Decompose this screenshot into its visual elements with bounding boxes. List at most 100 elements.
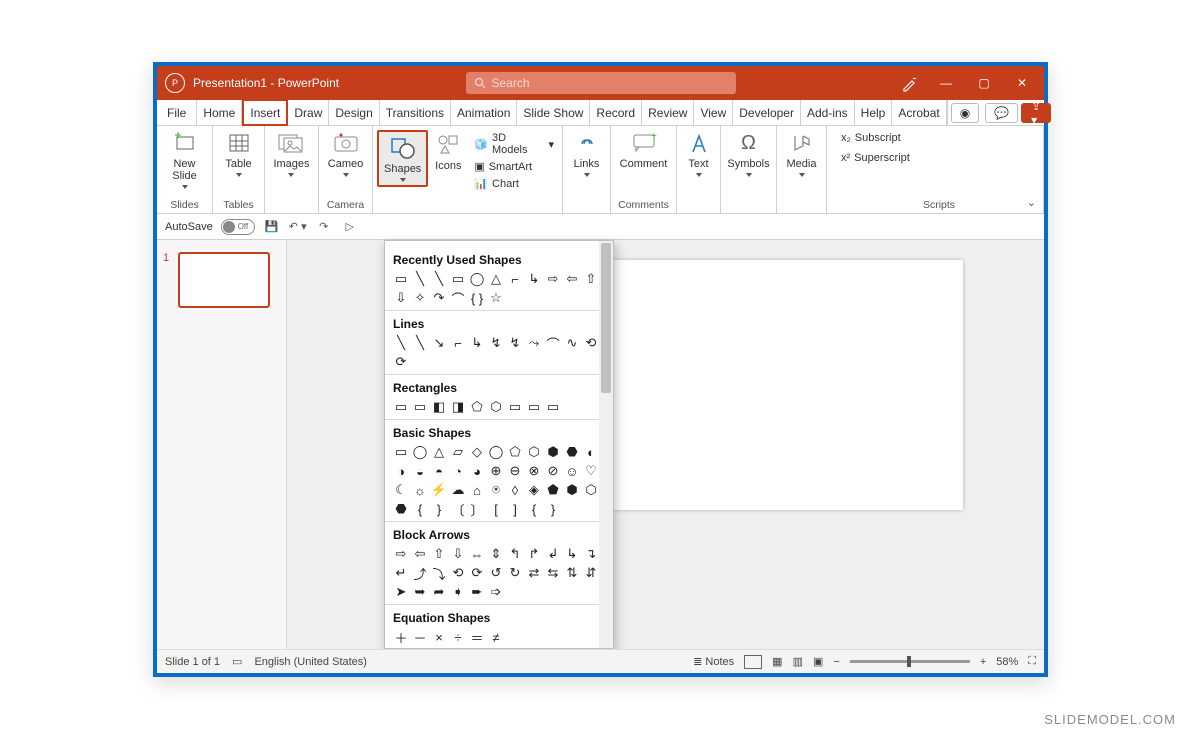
shape-option[interactable]: ↳: [469, 335, 485, 351]
new-slide-button[interactable]: New Slide: [163, 128, 207, 191]
maximize-button[interactable]: ▢: [966, 68, 1002, 98]
shape-option[interactable]: ◔: [450, 463, 466, 479]
shape-option[interactable]: ↺: [488, 565, 504, 581]
shape-option[interactable]: ⍟: [488, 482, 504, 498]
shape-option[interactable]: ➤: [393, 584, 409, 600]
shape-option[interactable]: ☺: [564, 463, 580, 479]
shape-option[interactable]: ⇧: [583, 271, 599, 287]
tab-animation[interactable]: Animation: [451, 100, 517, 125]
shape-option[interactable]: ⌐: [507, 271, 523, 287]
shape-option[interactable]: ▭: [393, 271, 409, 287]
fit-to-window-icon[interactable]: ⛶: [1028, 655, 1036, 668]
shape-option[interactable]: ⚡: [431, 482, 447, 498]
shape-option[interactable]: ＋: [393, 629, 409, 645]
shape-option[interactable]: ◕: [469, 463, 485, 479]
shape-option[interactable]: {: [526, 501, 542, 517]
shape-option[interactable]: ⬟: [545, 482, 561, 498]
zoom-in-button[interactable]: +: [980, 656, 986, 668]
shape-option[interactable]: ↴: [583, 546, 599, 562]
shape-option[interactable]: ◧: [431, 399, 447, 415]
tab-file[interactable]: File: [157, 100, 197, 125]
shape-option[interactable]: ⇩: [393, 290, 409, 306]
drawing-pen-icon[interactable]: [894, 74, 926, 92]
shape-option[interactable]: ⊗: [526, 463, 542, 479]
shape-option[interactable]: ◓: [431, 463, 447, 479]
shape-option[interactable]: ◨: [450, 399, 466, 415]
normal-view-icon[interactable]: [744, 655, 762, 669]
shape-option[interactable]: ╲: [412, 335, 428, 351]
tab-developer[interactable]: Developer: [733, 100, 801, 125]
shape-option[interactable]: ⬠: [469, 399, 485, 415]
shape-option[interactable]: ◯: [488, 444, 504, 460]
shape-option[interactable]: ▭: [393, 444, 409, 460]
icons-button[interactable]: Icons: [428, 130, 468, 174]
shape-option[interactable]: －: [412, 629, 428, 645]
zoom-level[interactable]: 58%: [996, 656, 1018, 668]
shape-option[interactable]: ↵: [393, 565, 409, 581]
tab-slideshow[interactable]: Slide Show: [517, 100, 590, 125]
shape-option[interactable]: ⤳: [526, 335, 542, 351]
shape-option[interactable]: ∿: [564, 335, 580, 351]
tab-addins[interactable]: Add-ins: [801, 100, 855, 125]
tab-acrobat[interactable]: Acrobat: [892, 100, 946, 125]
shape-option[interactable]: ↳: [526, 271, 542, 287]
shape-option[interactable]: ⌐: [450, 335, 466, 351]
shape-option[interactable]: ⤴: [412, 565, 428, 581]
minimize-button[interactable]: —: [928, 68, 964, 98]
zoom-slider[interactable]: [850, 660, 970, 663]
language-status[interactable]: English (United States): [254, 656, 367, 668]
symbols-button[interactable]: Ω Symbols: [723, 128, 773, 179]
shape-option[interactable]: ÷: [450, 629, 466, 645]
shape-option[interactable]: ◯: [412, 444, 428, 460]
shape-option[interactable]: ▭: [545, 399, 561, 415]
shape-option[interactable]: ⬠: [507, 444, 523, 460]
shape-option[interactable]: ↲: [545, 546, 561, 562]
shape-option[interactable]: ≠: [488, 629, 504, 645]
shape-option[interactable]: ⇩: [450, 546, 466, 562]
shape-option[interactable]: }: [545, 501, 561, 517]
shape-option[interactable]: ⇆: [545, 565, 561, 581]
superscript-button[interactable]: x²Superscript: [839, 148, 912, 168]
subscript-button[interactable]: x₂Subscript: [839, 128, 903, 148]
shape-option[interactable]: ×: [431, 629, 447, 645]
shape-option[interactable]: ⊖: [507, 463, 523, 479]
shape-option[interactable]: ⌒: [450, 290, 466, 306]
shape-option[interactable]: ＝: [469, 629, 485, 645]
notes-button[interactable]: ≣ Notes: [693, 655, 734, 668]
shape-option[interactable]: {: [412, 501, 428, 517]
shape-option[interactable]: ♡: [583, 463, 599, 479]
shape-option[interactable]: ▭: [507, 399, 523, 415]
tab-design[interactable]: Design: [329, 100, 379, 125]
tab-home[interactable]: Home: [197, 100, 242, 125]
chart-button[interactable]: 📊Chart: [470, 175, 558, 192]
tab-record[interactable]: Record: [590, 100, 642, 125]
shape-option[interactable]: ➥: [412, 584, 428, 600]
shape-option[interactable]: ⌒: [545, 335, 561, 351]
shape-option[interactable]: ⟳: [393, 354, 409, 370]
shape-option[interactable]: ◈: [526, 482, 542, 498]
shapes-panel-scrollbar[interactable]: [599, 241, 613, 648]
shape-option[interactable]: ⬡: [526, 444, 542, 460]
shape-option[interactable]: ⟳: [469, 565, 485, 581]
shape-option[interactable]: ↯: [488, 335, 504, 351]
shape-option[interactable]: △: [431, 444, 447, 460]
undo-icon[interactable]: ↶ ▾: [289, 218, 307, 236]
shape-option[interactable]: ▭: [412, 399, 428, 415]
shape-option[interactable]: ▭: [450, 271, 466, 287]
collapse-ribbon-icon[interactable]: ⌄: [1027, 196, 1036, 209]
shape-option[interactable]: ◑: [393, 463, 409, 479]
tab-draw[interactable]: Draw: [288, 100, 329, 125]
shape-option[interactable]: ◯: [469, 271, 485, 287]
shape-option[interactable]: 〔: [450, 501, 466, 517]
media-button[interactable]: Media: [780, 128, 824, 179]
shape-option[interactable]: 〕: [469, 501, 485, 517]
shape-option[interactable]: ⇨: [393, 546, 409, 562]
comment-button[interactable]: + Comment: [616, 128, 672, 172]
shape-option[interactable]: ⇦: [564, 271, 580, 287]
shape-option[interactable]: ⇔: [469, 546, 485, 562]
shape-option[interactable]: ◊: [507, 482, 523, 498]
autosave-toggle[interactable]: Off: [221, 219, 255, 235]
shape-option[interactable]: ↻: [507, 565, 523, 581]
slide-sorter-view-icon[interactable]: ▦: [772, 655, 782, 668]
tab-help[interactable]: Help: [855, 100, 893, 125]
